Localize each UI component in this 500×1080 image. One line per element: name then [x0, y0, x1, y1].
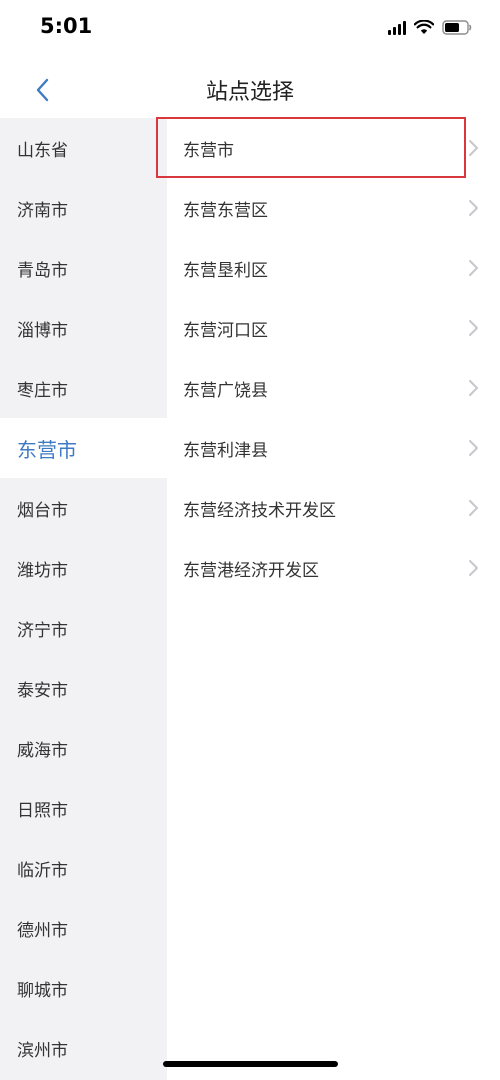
sidebar-item[interactable]: 德州市	[0, 898, 167, 958]
sidebar-item[interactable]: 烟台市	[0, 478, 167, 538]
city-list-item[interactable]: 东营东营区	[167, 178, 500, 238]
chevron-right-icon	[469, 500, 478, 516]
city-list-item-label: 东营市	[183, 140, 234, 161]
city-list-item-label: 东营垦利区	[183, 260, 268, 281]
sidebar-item[interactable]: 山东省	[0, 118, 167, 178]
sidebar-item[interactable]: 青岛市	[0, 238, 167, 298]
status-time: 5:01	[40, 14, 93, 38]
sidebar-item[interactable]: 滨州市	[0, 1018, 167, 1078]
city-list: 东营市东营东营区东营垦利区东营河口区东营广饶县东营利津县东营经济技术开发区 东营港…	[167, 118, 500, 598]
sidebar-item[interactable]: 聊城市	[0, 958, 167, 1018]
cellular-signal-icon	[388, 20, 406, 35]
sidebar-item[interactable]: 济宁市	[0, 598, 167, 658]
chevron-right-icon	[469, 320, 478, 336]
chevron-right-icon	[469, 560, 478, 576]
battery-icon	[442, 20, 472, 35]
sidebar-item[interactable]: 济南市	[0, 178, 167, 238]
nav-bar: 站点选择	[0, 62, 500, 118]
status-bar: 5:01	[0, 0, 500, 62]
city-list-item[interactable]: 东营利津县	[167, 418, 500, 478]
city-list-item[interactable]: 东营经济技术开发区	[167, 478, 500, 538]
chevron-right-icon	[469, 380, 478, 396]
city-list-item[interactable]: 东营港经济开发区	[167, 538, 500, 598]
city-list-item-label: 东营东营区	[183, 200, 268, 221]
chevron-right-icon	[469, 260, 478, 276]
city-list-item[interactable]: 东营河口区	[167, 298, 500, 358]
home-indicator	[163, 1061, 338, 1067]
province-sidebar: 山东省 济南市 青岛市 淄博市 枣庄市 东营市 烟台市 潍坊市 济宁市 泰安市 威海市 日照市 临沂市德…	[0, 118, 167, 1080]
sidebar-item[interactable]: 威海市	[0, 718, 167, 778]
sidebar-item[interactable]: 日照市	[0, 778, 167, 838]
city-list-item-label: 东营河口区	[183, 320, 268, 341]
city-list-item-label: 东营经济技术开发区	[183, 500, 336, 521]
city-list-item[interactable]: 东营市	[167, 118, 500, 178]
city-list-item-label: 东营广饶县	[183, 380, 268, 401]
sidebar-item[interactable]: 枣庄市	[0, 358, 167, 418]
city-list-item-label: 东营利津县	[183, 440, 268, 461]
status-icons	[388, 20, 472, 35]
chevron-right-icon	[469, 200, 478, 216]
city-list-item-label: 东营港经济开发区	[183, 560, 319, 581]
sidebar-item[interactable]: 临沂市	[0, 838, 167, 898]
chevron-right-icon	[469, 140, 478, 156]
sidebar-item[interactable]: 潍坊市	[0, 538, 167, 598]
sidebar-item[interactable]: 东营市	[0, 418, 167, 478]
sidebar-item[interactable]: 淄博市	[0, 298, 167, 358]
page-title: 站点选择	[205, 80, 294, 105]
wifi-icon	[414, 20, 434, 35]
screen: 5:01 站点选择 山东省 济南市 青岛市 淄博市 枣庄市 东营市 烟台市 潍坊…	[0, 0, 500, 1080]
city-list-item[interactable]: 东营垦利区	[167, 238, 500, 298]
sidebar-item[interactable]: 泰安市	[0, 658, 167, 718]
city-list-item[interactable]: 东营广饶县	[167, 358, 500, 418]
chevron-right-icon	[469, 440, 478, 456]
